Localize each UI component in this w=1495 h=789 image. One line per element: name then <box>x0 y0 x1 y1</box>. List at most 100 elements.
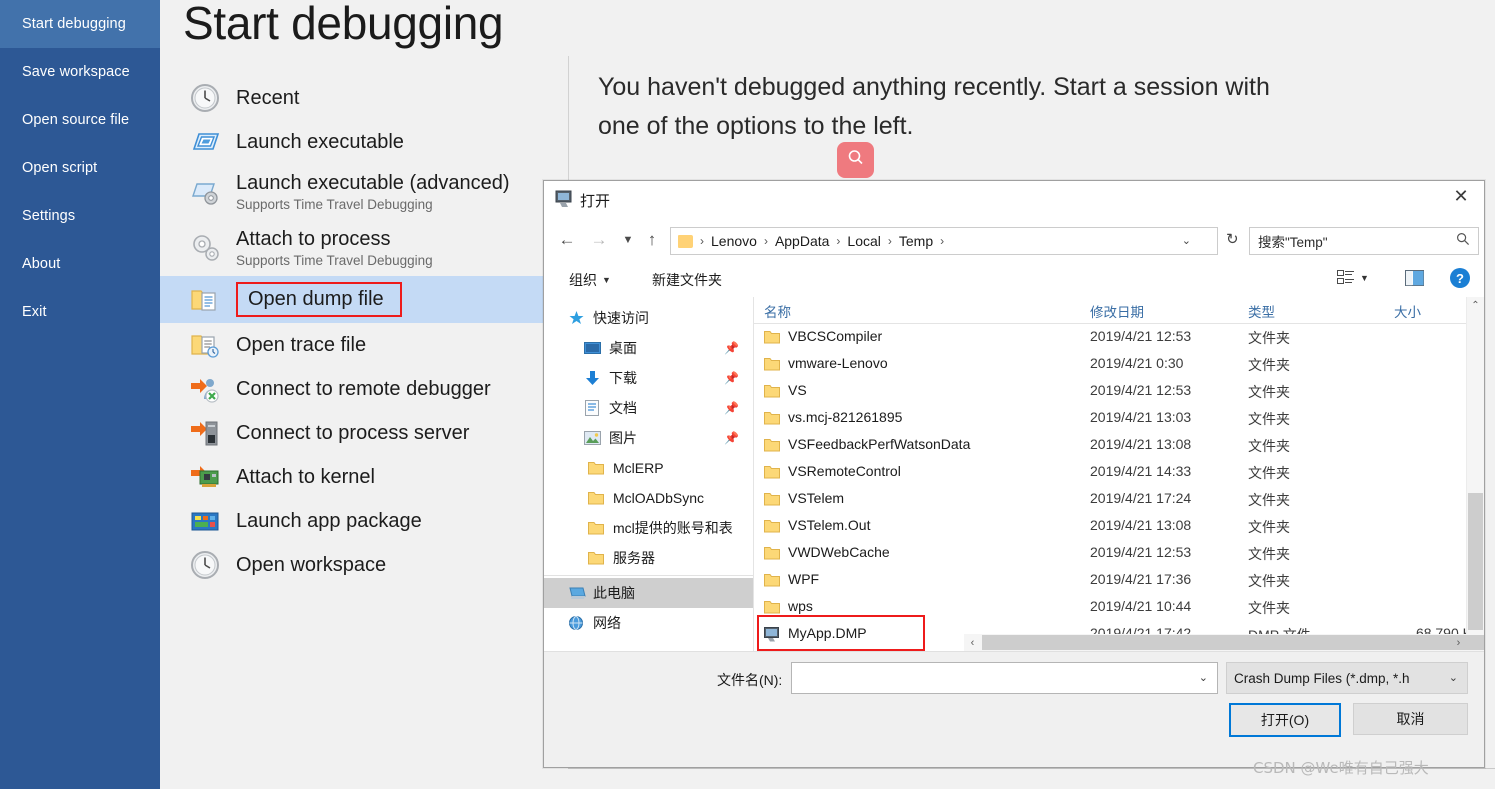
option-open-dump-file[interactable]: Open dump file <box>160 276 568 323</box>
nav-item-mclerp[interactable]: MclERP <box>544 453 753 483</box>
remote-debugger-icon <box>184 373 226 405</box>
nav-item-desktop[interactable]: 桌面 📌 <box>544 333 753 363</box>
folder-icon <box>586 489 606 507</box>
table-row[interactable]: VWDWebCache 2019/4/21 12:53 文件夹 <box>754 540 1484 567</box>
horizontal-scrollbar[interactable]: ‹ › <box>964 634 1484 651</box>
option-attach-to-process[interactable]: Attach to process Supports Time Travel D… <box>160 220 568 276</box>
scroll-up-icon[interactable]: ⌃ <box>1467 297 1484 314</box>
view-list-icon[interactable]: ▼ <box>1337 270 1369 285</box>
option-label: Launch executable <box>236 131 404 153</box>
folder-icon <box>764 600 780 614</box>
sidebar-item-save-workspace[interactable]: Save workspace <box>0 48 160 96</box>
sidebar-item-exit[interactable]: Exit <box>0 288 160 336</box>
scrollbar-thumb[interactable] <box>1468 493 1483 630</box>
column-header-type[interactable]: 类型 <box>1248 301 1275 321</box>
nav-item-documents[interactable]: 文档 📌 <box>544 393 753 423</box>
option-label: Recent <box>236 87 300 109</box>
folder-icon <box>764 330 780 344</box>
scroll-left-icon[interactable]: ‹ <box>964 634 981 651</box>
option-launch-executable[interactable]: Launch executable <box>160 120 568 164</box>
sidebar-item-open-source-file[interactable]: Open source file <box>0 96 160 144</box>
option-connect-process-server[interactable]: Connect to process server <box>160 411 568 455</box>
file-name: VSTelem <box>788 490 845 506</box>
scroll-right-icon[interactable]: › <box>1450 634 1467 651</box>
option-launch-app-package[interactable]: Launch app package <box>160 499 568 543</box>
chevron-down-icon[interactable]: ⌄ <box>1199 671 1208 684</box>
option-recent[interactable]: Recent <box>160 76 568 120</box>
breadcrumb-item-appdata[interactable]: AppData <box>773 233 831 249</box>
column-header-name[interactable]: 名称 <box>764 301 791 321</box>
table-row[interactable]: vs.mcj-821261895 2019/4/21 13:03 文件夹 <box>754 405 1484 432</box>
dialog-body: 快速访问 桌面 📌 下载 📌 文档 📌 图片 📌 MclERP MclOADbS… <box>544 297 1484 651</box>
clock-icon <box>184 549 226 581</box>
forward-icon[interactable]: → <box>588 229 610 251</box>
table-row[interactable]: VBCSCompiler 2019/4/21 12:53 文件夹 <box>754 324 1484 351</box>
breadcrumb-dropdown-icon[interactable]: ⌄ <box>1182 234 1191 247</box>
executable-window-icon <box>184 126 226 158</box>
sidebar-item-label: About <box>22 256 61 272</box>
nav-item-pictures[interactable]: 图片 📌 <box>544 423 753 453</box>
new-folder-button[interactable]: 新建文件夹 <box>652 270 722 290</box>
table-row[interactable]: wps 2019/4/21 10:44 文件夹 <box>754 594 1484 621</box>
sidebar-item-start-debugging[interactable]: Start debugging <box>0 0 160 48</box>
table-row[interactable]: VSRemoteControl 2019/4/21 14:33 文件夹 <box>754 459 1484 486</box>
breadcrumb-item-temp[interactable]: Temp <box>897 233 935 249</box>
dialog-toolbar: 组织 ▼ 新建文件夹 ▼ ? <box>544 261 1484 298</box>
close-icon[interactable]: ✕ <box>1438 181 1484 211</box>
up-icon[interactable]: ↑ <box>641 229 663 251</box>
table-row[interactable]: VSFeedbackPerfWatsonData 2019/4/21 13:08 文… <box>754 432 1484 459</box>
pin-icon[interactable]: 📌 <box>724 431 739 445</box>
scrollbar-thumb[interactable] <box>982 635 1484 650</box>
filename-input[interactable]: ⌄ <box>791 662 1218 694</box>
table-row[interactable]: VS 2019/4/21 12:53 文件夹 <box>754 378 1484 405</box>
file-name: vs.mcj-821261895 <box>788 409 903 425</box>
folder-icon <box>586 519 606 537</box>
option-open-workspace[interactable]: Open workspace <box>160 543 568 587</box>
organize-label: 组织 <box>569 272 597 288</box>
file-type-dropdown[interactable]: Crash Dump Files (*.dmp, *.h ⌄ <box>1226 662 1468 694</box>
preview-pane-icon[interactable] <box>1405 270 1424 286</box>
table-row[interactable]: WPF 2019/4/21 17:36 文件夹 <box>754 567 1484 594</box>
search-input[interactable]: 搜索"Temp" <box>1249 227 1479 255</box>
organize-button[interactable]: 组织 ▼ <box>569 270 611 290</box>
table-row[interactable]: vmware-Lenovo 2019/4/21 0:30 文件夹 <box>754 351 1484 378</box>
open-button[interactable]: 打开(O) <box>1229 703 1341 737</box>
refresh-icon[interactable]: ↻ <box>1226 230 1239 248</box>
sidebar-item-open-script[interactable]: Open script <box>0 144 160 192</box>
nav-item-downloads[interactable]: 下载 📌 <box>544 363 753 393</box>
option-open-trace-file[interactable]: Open trace file <box>160 323 568 367</box>
document-icon <box>582 399 602 417</box>
table-row[interactable]: VSTelem.Out 2019/4/21 13:08 文件夹 <box>754 513 1484 540</box>
option-attach-to-kernel[interactable]: Attach to kernel <box>160 455 568 499</box>
nav-item-this-pc[interactable]: 此电脑 <box>544 578 753 608</box>
executable-gear-icon <box>184 176 226 208</box>
breadcrumb-item-local[interactable]: Local <box>845 233 882 249</box>
sidebar-item-settings[interactable]: Settings <box>0 192 160 240</box>
help-icon[interactable]: ? <box>1449 267 1471 289</box>
pin-icon[interactable]: 📌 <box>724 401 739 415</box>
nav-item-server[interactable]: 服务器 <box>544 543 753 573</box>
vertical-scrollbar[interactable]: ⌃ ⌄ <box>1466 297 1484 651</box>
breadcrumb-item-lenovo[interactable]: Lenovo <box>709 233 759 249</box>
this-pc-icon <box>566 584 586 602</box>
nav-item-quick-access[interactable]: 快速访问 <box>544 303 753 333</box>
cancel-button[interactable]: 取消 <box>1353 703 1468 735</box>
option-connect-remote-debugger[interactable]: Connect to remote debugger <box>160 367 568 411</box>
sidebar-item-about[interactable]: About <box>0 240 160 288</box>
file-name: WPF <box>788 571 820 587</box>
table-row[interactable]: VSTelem 2019/4/21 17:24 文件夹 <box>754 486 1484 513</box>
circuit-board-icon <box>184 461 226 493</box>
column-header-date[interactable]: 修改日期 <box>1090 301 1144 321</box>
nav-item-network[interactable]: 网络 <box>544 608 753 638</box>
recent-locations-icon[interactable]: ▼ <box>617 229 639 251</box>
option-launch-executable-advanced[interactable]: Launch executable (advanced) Supports Ti… <box>160 164 568 220</box>
search-badge[interactable] <box>837 142 874 178</box>
breadcrumb[interactable]: › Lenovo › AppData › Local › Temp › ⌄ <box>670 227 1218 255</box>
column-header-size[interactable]: 大小 <box>1394 301 1421 321</box>
back-icon[interactable]: ← <box>556 229 578 251</box>
pin-icon[interactable]: 📌 <box>724 371 739 385</box>
pin-icon[interactable]: 📌 <box>724 341 739 355</box>
nav-item-mcl-accounts[interactable]: mcl提供的账号和表 <box>544 513 753 543</box>
folder-icon <box>678 234 693 248</box>
nav-item-mcloadbsync[interactable]: MclOADbSync <box>544 483 753 513</box>
